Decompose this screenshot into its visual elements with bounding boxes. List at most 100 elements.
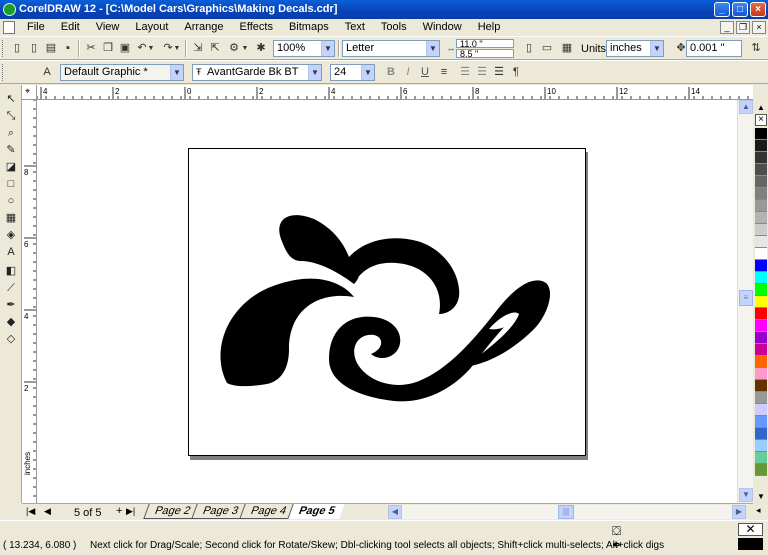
eyedropper-tool-icon[interactable]: ⟋ [3,280,19,296]
page-height-field[interactable]: 8.5 " [456,49,514,59]
undo-dropdown-icon[interactable]: ▼ [146,40,156,57]
palette-expand-icon[interactable]: ◂ [756,505,761,516]
chevron-down-icon[interactable]: ▼ [361,65,374,80]
previous-page-icon[interactable]: ◀ [44,506,51,517]
color-swatch[interactable] [755,368,767,380]
color-swatch[interactable] [755,428,767,440]
scroll-down-icon[interactable]: ▼ [739,488,753,502]
horizontal-alignment-icon[interactable]: ≡ [435,64,453,81]
interactive-fill-tool-icon[interactable]: ◇ [3,331,19,347]
text-tool-icon[interactable]: A [3,244,19,260]
color-swatch[interactable] [755,320,767,332]
copy-icon[interactable]: ❐ [99,40,117,57]
graph-paper-tool-icon[interactable]: ▦ [3,210,19,226]
color-swatch[interactable] [755,440,767,452]
color-swatch[interactable] [755,260,767,272]
shape-tool-icon[interactable]: ⤡ [3,108,19,124]
outline-pen-icon[interactable]: ✒ [612,538,622,552]
vertical-scrollbar[interactable]: ▲ ≡ ▼ [737,100,753,503]
landscape-icon[interactable]: ▭ [538,40,556,57]
horizontal-scrollbar[interactable]: ◀ ||| ▶ [388,505,746,519]
all-pages-icon[interactable]: ▦ [558,40,576,57]
maximize-button[interactable]: □ [732,2,748,17]
color-swatch[interactable] [755,152,767,164]
smart-fill-tool-icon[interactable]: ◪ [3,159,19,175]
menu-window[interactable]: Window [423,21,462,33]
doc-minimize-button[interactable]: _ [720,21,734,34]
rectangle-tool-icon[interactable]: □ [3,176,19,192]
cut-icon[interactable]: ✂ [82,40,100,57]
menu-edit[interactable]: Edit [61,21,80,33]
fill-tool-icon[interactable]: ◆ [3,314,19,330]
color-swatch[interactable] [755,308,767,320]
fill-bucket-icon[interactable]: ⛋ [612,524,621,539]
scroll-right-icon[interactable]: ▶ [732,505,746,519]
color-swatch[interactable] [755,452,767,464]
color-swatch[interactable] [755,188,767,200]
minimize-button[interactable]: _ [714,2,730,17]
chevron-down-icon[interactable]: ▼ [650,41,663,56]
launcher-dropdown-icon[interactable]: ▼ [240,40,250,57]
units-select[interactable]: inches ▼ [606,40,664,57]
color-swatch[interactable] [755,212,767,224]
drawing-canvas[interactable] [37,100,737,503]
new-document-icon[interactable]: ▯ [8,40,26,57]
duplicate-distance-icon[interactable]: ⇅ [747,40,765,57]
menu-bitmaps[interactable]: Bitmaps [289,21,329,33]
color-swatch[interactable] [755,296,767,308]
menu-tools[interactable]: Tools [381,21,407,33]
open-icon[interactable]: ▤ [42,40,60,57]
new-from-template-icon[interactable]: ▯ [25,40,43,57]
freehand-tool-icon[interactable]: ✎ [3,142,19,158]
scroll-up-icon[interactable]: ▲ [739,100,753,114]
chevron-down-icon[interactable]: ▼ [170,65,183,80]
drawing-page[interactable] [188,148,586,456]
vertical-scroll-thumb[interactable]: ≡ [739,290,753,306]
save-icon[interactable]: ▪ [59,40,77,57]
paper-size-select[interactable]: Letter ▼ [342,40,440,57]
menu-layout[interactable]: Layout [135,21,168,33]
color-swatch[interactable] [755,224,767,236]
palette-scroll-up-icon[interactable]: ▲ [757,103,765,112]
add-page-icon[interactable]: + [116,505,122,517]
menu-view[interactable]: View [96,21,120,33]
chevron-down-icon[interactable]: ▼ [321,41,334,56]
portrait-icon[interactable]: ▯ [520,40,538,57]
ellipse-tool-icon[interactable]: ○ [3,193,19,209]
palette-scroll-down-icon[interactable]: ▼ [757,492,765,501]
horizontal-scroll-thumb[interactable]: ||| [558,505,574,519]
color-swatch[interactable] [755,284,767,296]
font-list-select[interactable]: Ŧ AvantGarde Bk BT ▼ [192,64,322,81]
color-swatch[interactable] [755,380,767,392]
toolbar-grip[interactable] [2,64,5,81]
close-button[interactable]: × [750,2,766,17]
color-swatch[interactable] [755,404,767,416]
last-page-icon[interactable]: ▶| [126,506,135,517]
bold-icon[interactable]: B [382,64,400,81]
doc-close-button[interactable]: × [752,21,766,34]
color-swatch[interactable] [755,272,767,284]
color-swatch[interactable] [755,332,767,344]
object-style-select[interactable]: Default Graphic * ▼ [60,64,184,81]
toolbar-grip[interactable] [2,40,5,57]
corel-online-icon[interactable]: ✱ [252,40,270,57]
color-swatch[interactable] [755,128,767,140]
coreldraw-app-icon[interactable] [3,3,16,16]
menu-help[interactable]: Help [478,21,501,33]
decal-graphic[interactable] [189,149,587,457]
paste-icon[interactable]: ▣ [116,40,134,57]
italic-icon[interactable]: I [399,64,417,81]
export-icon[interactable]: ⇱ [206,40,224,57]
paragraph-formatting-icon[interactable]: ¶ [507,64,525,81]
menu-file[interactable]: File [27,21,45,33]
zoom-tool-icon[interactable]: ⌕ [3,125,19,141]
color-swatch[interactable] [755,164,767,176]
ruler-origin[interactable]: ⌖ [22,85,37,100]
basic-shapes-tool-icon[interactable]: ◈ [3,227,19,243]
color-swatch[interactable] [755,140,767,152]
page-width-field[interactable]: 11.0 " [456,39,514,49]
bullet-list-icon[interactable]: ☰ [456,64,474,81]
nudge-distance-field[interactable]: 0.001 " [686,40,742,57]
font-size-select[interactable]: 24 ▼ [330,64,375,81]
chevron-down-icon[interactable]: ▼ [426,41,439,56]
